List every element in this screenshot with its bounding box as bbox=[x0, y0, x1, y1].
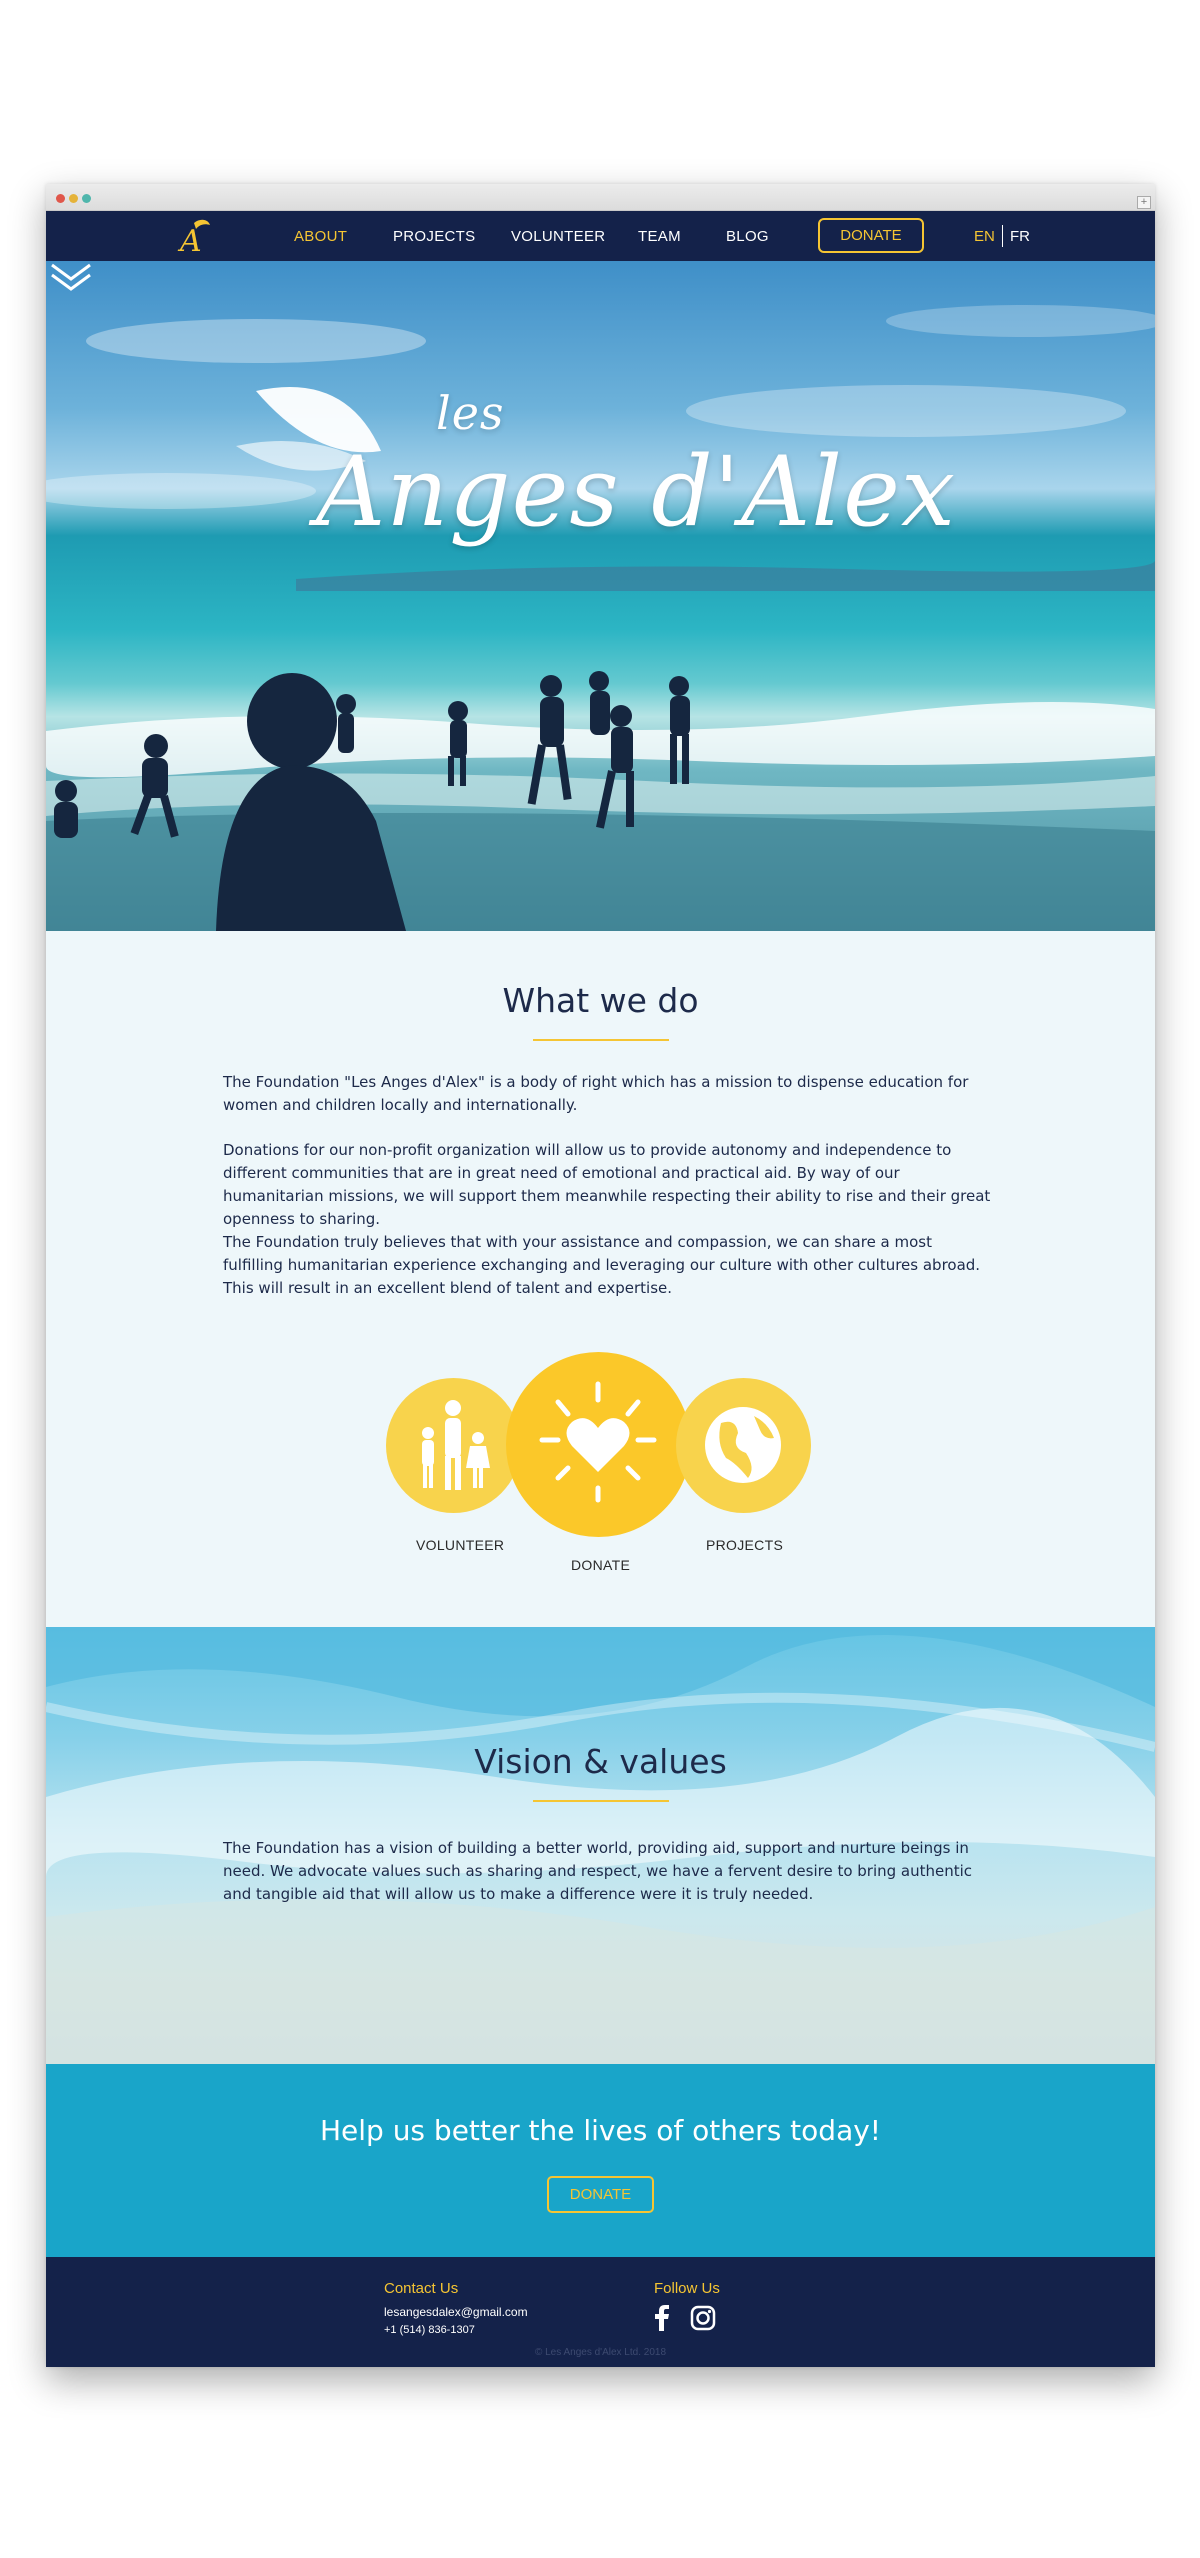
vision-section: Vision & values The Foundation has a vis… bbox=[46, 1627, 1155, 2064]
what-we-do-paragraph: The Foundation "Les Anges d'Alex" is a b… bbox=[223, 1073, 969, 1114]
volunteer-circle[interactable] bbox=[386, 1378, 521, 1513]
lang-en-link[interactable]: EN bbox=[974, 228, 995, 245]
title-underline bbox=[533, 1800, 669, 1802]
projects-label[interactable]: PROJECTS bbox=[706, 1537, 783, 1553]
volunteer-label[interactable]: VOLUNTEER bbox=[416, 1537, 504, 1553]
cta-section: Help us better the lives of others today… bbox=[46, 2064, 1155, 2257]
browser-chrome: + bbox=[46, 184, 1155, 211]
svg-text:A: A bbox=[177, 224, 202, 255]
footer: Contact Us lesangesdalex@gmail.com +1 (5… bbox=[46, 2257, 1155, 2367]
donate-label[interactable]: DONATE bbox=[571, 1557, 630, 1573]
vision-paragraph: The Foundation has a vision of building … bbox=[223, 1839, 973, 1903]
close-window-icon[interactable] bbox=[56, 194, 65, 203]
vision-title: Vision & values bbox=[474, 1742, 727, 1781]
what-we-do-section: What we do The Foundation "Les Anges d'A… bbox=[46, 931, 1155, 1627]
hero-banner: les Anges d'Alex bbox=[46, 261, 1155, 931]
nav-team[interactable]: TEAM bbox=[638, 228, 681, 245]
cta-title: Help us better the lives of others today… bbox=[319, 2114, 882, 2147]
title-underline bbox=[533, 1039, 669, 1041]
maximize-window-icon[interactable] bbox=[82, 194, 91, 203]
browser-window: + A ABOUT PROJECTS VOLUNTEER TEAM BLOG D… bbox=[46, 184, 1155, 2367]
angel-logo-icon[interactable]: A bbox=[176, 217, 212, 255]
what-we-do-title: What we do bbox=[502, 981, 699, 1020]
nav-donate-button[interactable]: DONATE bbox=[818, 218, 924, 253]
cta-donate-button[interactable]: DONATE bbox=[547, 2176, 654, 2213]
facebook-icon[interactable] bbox=[654, 2305, 670, 2331]
new-tab-icon[interactable]: + bbox=[1137, 196, 1151, 209]
follow-title: Follow Us bbox=[654, 2280, 720, 2297]
contact-phone[interactable]: +1 (514) 836-1307 bbox=[384, 2324, 475, 2336]
contact-email[interactable]: lesangesdalex@gmail.com bbox=[384, 2305, 528, 2319]
nav-about[interactable]: ABOUT bbox=[294, 228, 347, 245]
donate-circle[interactable] bbox=[506, 1352, 691, 1537]
family-icon bbox=[422, 1400, 490, 1490]
nav-volunteer[interactable]: VOLUNTEER bbox=[511, 228, 605, 245]
minimize-window-icon[interactable] bbox=[69, 194, 78, 203]
lang-fr-link[interactable]: FR bbox=[1010, 228, 1030, 245]
projects-circle[interactable] bbox=[676, 1378, 811, 1513]
heart-sun-icon bbox=[539, 1381, 657, 1503]
what-we-do-paragraph: The Foundation truly believes that with … bbox=[223, 1233, 981, 1297]
nav-blog[interactable]: BLOG bbox=[726, 228, 769, 245]
what-we-do-paragraph: Donations for our non-profit organizatio… bbox=[223, 1141, 991, 1228]
hero-title-main: Anges d'Alex bbox=[316, 436, 957, 548]
contact-title: Contact Us bbox=[384, 2280, 459, 2297]
globe-icon bbox=[705, 1407, 781, 1483]
copyright: © Les Anges d'Alex Ltd. 2018 bbox=[534, 2347, 667, 2358]
hero-title: les Anges d'Alex bbox=[316, 386, 957, 548]
instagram-icon[interactable] bbox=[690, 2305, 716, 2331]
lang-divider bbox=[1002, 225, 1003, 247]
top-navbar: A ABOUT PROJECTS VOLUNTEER TEAM BLOG DON… bbox=[46, 211, 1155, 261]
chevron-down-icon[interactable] bbox=[46, 261, 96, 295]
nav-projects[interactable]: PROJECTS bbox=[393, 228, 475, 245]
hero-title-small: les bbox=[436, 386, 505, 440]
hero-beach-illustration bbox=[46, 305, 1155, 931]
